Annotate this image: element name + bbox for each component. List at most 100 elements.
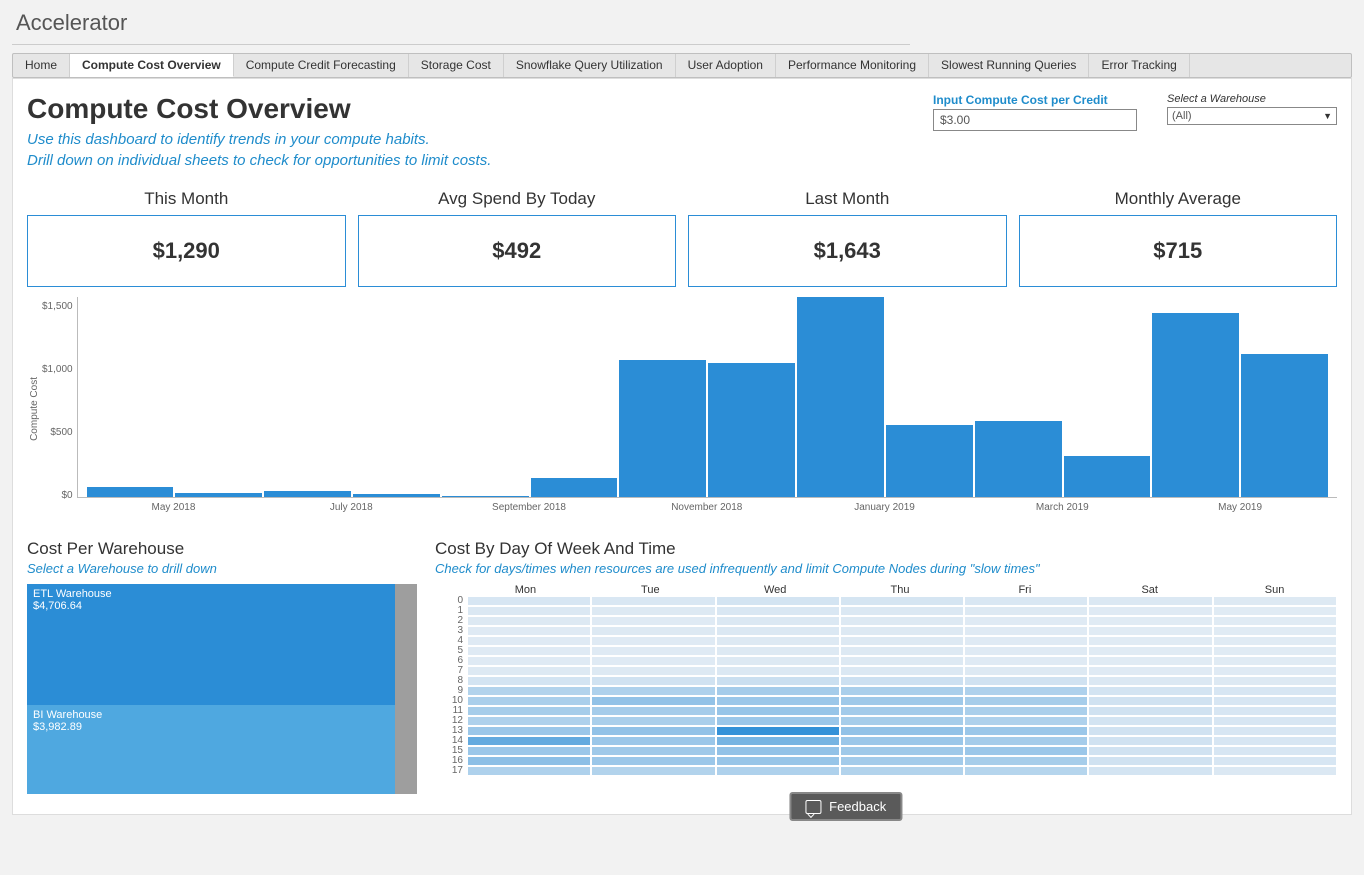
heat-cell[interactable] [467, 646, 591, 656]
heat-cell[interactable] [716, 656, 840, 666]
heat-cell[interactable] [840, 626, 964, 636]
heat-cell[interactable] [840, 756, 964, 766]
heat-cell[interactable] [467, 756, 591, 766]
heat-cell[interactable] [964, 766, 1088, 776]
heat-cell[interactable] [964, 736, 1088, 746]
heat-cell[interactable] [467, 606, 591, 616]
treemap-tile-bi[interactable]: BI Warehouse $3,982.89 [27, 705, 395, 794]
heat-cell[interactable] [591, 746, 715, 756]
tab-home[interactable]: Home [13, 54, 70, 77]
heat-cell[interactable] [591, 646, 715, 656]
heat-cell[interactable] [964, 696, 1088, 706]
heat-cell[interactable] [591, 636, 715, 646]
heat-cell[interactable] [467, 656, 591, 666]
heat-cell[interactable] [1213, 696, 1337, 706]
tab-compute-credit-forecasting[interactable]: Compute Credit Forecasting [234, 54, 409, 77]
tab-slowest-running-queries[interactable]: Slowest Running Queries [929, 54, 1089, 77]
heat-cell[interactable] [716, 716, 840, 726]
heat-cell[interactable] [591, 616, 715, 626]
heat-cell[interactable] [591, 766, 715, 776]
heat-cell[interactable] [591, 756, 715, 766]
heat-cell[interactable] [964, 606, 1088, 616]
bar[interactable] [708, 363, 795, 497]
heat-cell[interactable] [716, 706, 840, 716]
heat-cell[interactable] [1213, 626, 1337, 636]
heat-cell[interactable] [716, 736, 840, 746]
heat-cell[interactable] [716, 696, 840, 706]
heat-cell[interactable] [716, 626, 840, 636]
bar[interactable] [264, 491, 351, 497]
cost-per-credit-input[interactable]: $3.00 [933, 109, 1137, 131]
tab-compute-cost-overview[interactable]: Compute Cost Overview [70, 54, 234, 77]
heat-cell[interactable] [964, 616, 1088, 626]
heat-cell[interactable] [1088, 736, 1212, 746]
heat-cell[interactable] [467, 746, 591, 756]
heat-cell[interactable] [716, 646, 840, 656]
heat-cell[interactable] [1088, 616, 1212, 626]
heat-cell[interactable] [591, 596, 715, 606]
tab-storage-cost[interactable]: Storage Cost [409, 54, 504, 77]
heat-cell[interactable] [591, 726, 715, 736]
heat-cell[interactable] [716, 636, 840, 646]
heat-cell[interactable] [1088, 596, 1212, 606]
heat-cell[interactable] [1088, 716, 1212, 726]
treemap-tile-etl[interactable]: ETL Warehouse $4,706.64 [27, 584, 395, 705]
heat-cell[interactable] [964, 706, 1088, 716]
heat-cell[interactable] [964, 656, 1088, 666]
heat-cell[interactable] [716, 746, 840, 756]
heat-cell[interactable] [1213, 596, 1337, 606]
heat-cell[interactable] [1213, 666, 1337, 676]
heat-cell[interactable] [716, 606, 840, 616]
heat-cell[interactable] [467, 636, 591, 646]
heat-cell[interactable] [1213, 686, 1337, 696]
heat-cell[interactable] [964, 726, 1088, 736]
feedback-button[interactable]: Feedback [789, 792, 902, 821]
heat-cell[interactable] [1088, 706, 1212, 716]
heat-cell[interactable] [964, 596, 1088, 606]
heat-cell[interactable] [716, 686, 840, 696]
heat-cell[interactable] [1213, 716, 1337, 726]
heat-cell[interactable] [467, 716, 591, 726]
heat-cell[interactable] [467, 706, 591, 716]
bar[interactable] [619, 360, 706, 497]
heat-cell[interactable] [1088, 766, 1212, 776]
heat-cell[interactable] [1213, 736, 1337, 746]
heat-cell[interactable] [1213, 766, 1337, 776]
bar[interactable] [975, 421, 1062, 497]
bar[interactable] [531, 478, 618, 497]
heat-cell[interactable] [840, 716, 964, 726]
tab-user-adoption[interactable]: User Adoption [676, 54, 776, 77]
heat-cell[interactable] [964, 756, 1088, 766]
heat-cell[interactable] [964, 646, 1088, 656]
heat-cell[interactable] [964, 746, 1088, 756]
heat-cell[interactable] [591, 716, 715, 726]
heat-cell[interactable] [1213, 756, 1337, 766]
heat-cell[interactable] [1213, 636, 1337, 646]
heat-cell[interactable] [716, 666, 840, 676]
heat-cell[interactable] [964, 716, 1088, 726]
heat-cell[interactable] [1088, 726, 1212, 736]
bar-plot[interactable] [77, 297, 1337, 498]
heat-cell[interactable] [1213, 726, 1337, 736]
bar[interactable] [175, 493, 262, 497]
heat-cell[interactable] [591, 706, 715, 716]
heat-cell[interactable] [964, 666, 1088, 676]
heat-cell[interactable] [1213, 606, 1337, 616]
tab-snowflake-query-utilization[interactable]: Snowflake Query Utilization [504, 54, 676, 77]
heat-cell[interactable] [591, 606, 715, 616]
heat-cell[interactable] [591, 666, 715, 676]
heat-cell[interactable] [467, 766, 591, 776]
heat-cell[interactable] [1088, 646, 1212, 656]
heat-cell[interactable] [1088, 756, 1212, 766]
heat-cell[interactable] [716, 766, 840, 776]
heat-cell[interactable] [467, 696, 591, 706]
treemap[interactable]: ETL Warehouse $4,706.64 BI Warehouse $3,… [27, 584, 417, 794]
heat-cell[interactable] [840, 666, 964, 676]
heat-cell[interactable] [840, 696, 964, 706]
heat-cell[interactable] [1088, 656, 1212, 666]
bar[interactable] [886, 425, 973, 497]
heat-cell[interactable] [591, 696, 715, 706]
heat-cell[interactable] [591, 736, 715, 746]
heat-cell[interactable] [840, 596, 964, 606]
heat-cell[interactable] [840, 746, 964, 756]
